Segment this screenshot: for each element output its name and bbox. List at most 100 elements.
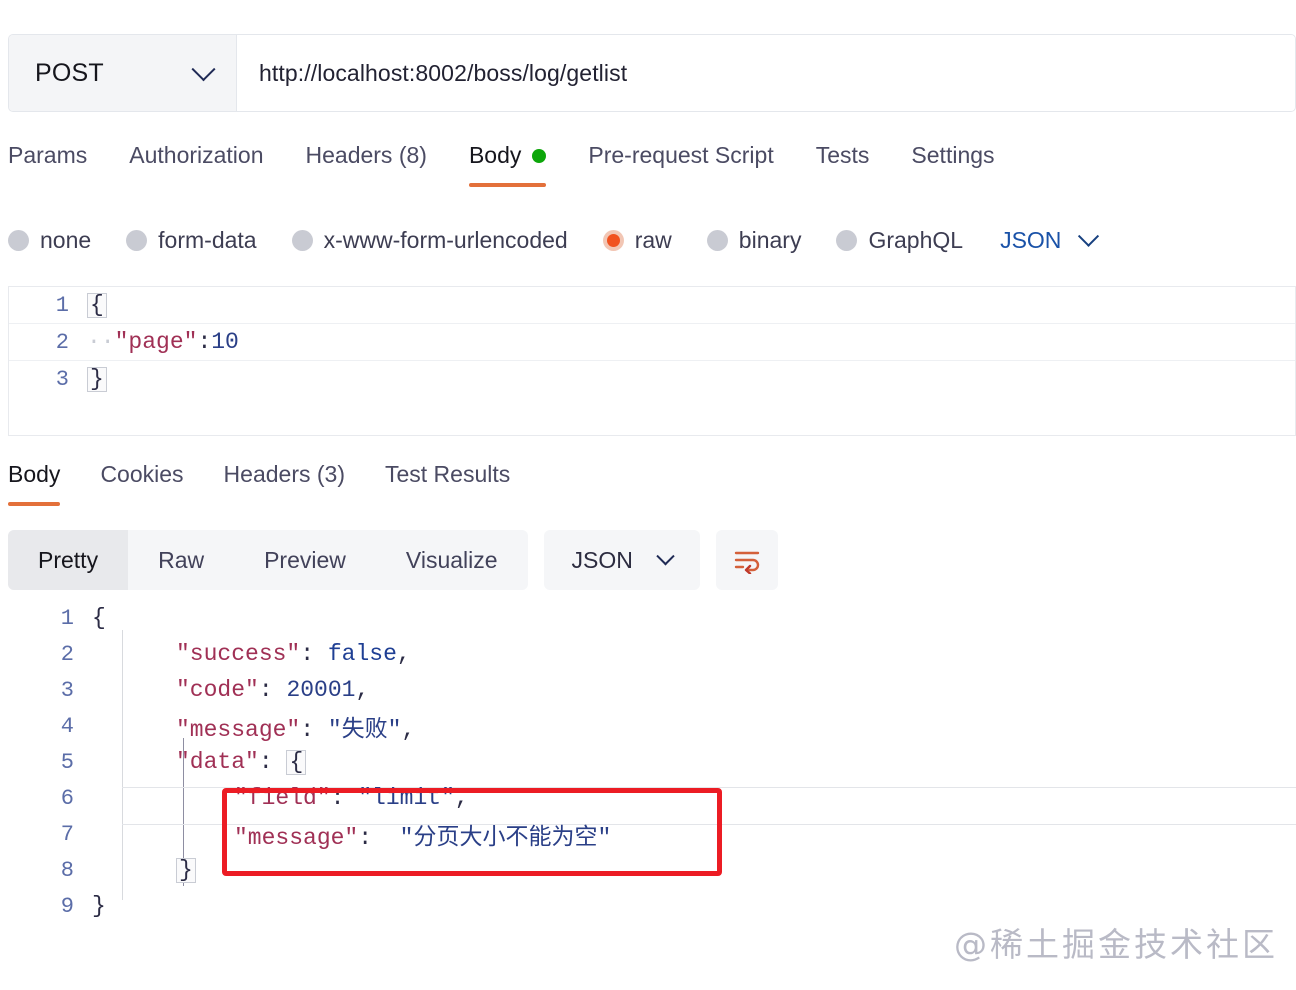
line-number: 1 — [60, 605, 74, 631]
http-method-select[interactable]: POST — [9, 35, 237, 111]
body-type-binary[interactable]: binary — [706, 226, 802, 254]
json-key: "code" — [176, 677, 259, 703]
json-colon: : — [300, 717, 315, 743]
body-type-none-label: none — [40, 226, 92, 253]
view-mode-raw[interactable]: Raw — [128, 530, 234, 590]
body-type-graphql[interactable]: GraphQL — [836, 227, 963, 254]
json-brace: } — [176, 858, 196, 883]
json-colon: : — [258, 749, 273, 775]
request-body-editor[interactable]: 1 { 2 ··"page":10 3 } — [8, 286, 1296, 436]
body-format-select[interactable]: JSON — [1000, 225, 1100, 254]
json-key: "data" — [176, 749, 259, 775]
request-url-text: http://localhost:8002/boss/log/getlist — [259, 59, 628, 86]
json-key: "success" — [176, 641, 301, 667]
body-type-none[interactable]: none — [8, 227, 91, 254]
chevron-down-icon — [656, 546, 675, 565]
view-mode-preview[interactable]: Preview — [234, 530, 376, 590]
tab-authorization[interactable]: Authorization — [129, 136, 263, 187]
body-type-raw-label: raw — [634, 226, 672, 253]
request-tabs: Params Authorization Headers (8) Body Pr… — [8, 136, 1296, 194]
line-number: 4 — [60, 713, 74, 739]
response-code-line: 7 "message": "分页大小不能为空" — [0, 816, 1296, 852]
body-type-row: none form-data x-www-form-urlencoded raw… — [8, 214, 1296, 266]
line-number: 5 — [60, 749, 74, 775]
json-colon: : — [330, 785, 345, 811]
tab-body[interactable]: Body — [468, 136, 547, 187]
line-number: 8 — [60, 857, 74, 883]
body-type-form-data[interactable]: form-data — [126, 226, 257, 254]
response-tab-test-results[interactable]: Test Results — [385, 455, 510, 506]
response-tab-cookies[interactable]: Cookies — [100, 455, 183, 506]
radio-icon — [291, 229, 313, 251]
tab-tests-label: Tests — [815, 142, 870, 168]
json-string-value: "分页大小不能为空" — [399, 825, 612, 851]
json-colon: : — [358, 825, 373, 851]
response-code-line: 5 "data": { — [0, 744, 1296, 780]
wrap-text-button[interactable] — [715, 530, 778, 590]
radio-icon — [126, 229, 148, 251]
json-key: "message" — [176, 717, 301, 743]
json-colon: : — [300, 641, 315, 667]
tab-settings-label: Settings — [911, 142, 995, 168]
body-type-raw[interactable]: raw — [602, 226, 672, 254]
line-number: 1 — [55, 292, 69, 318]
body-type-binary-label: binary — [738, 226, 802, 253]
tab-authorization-label: Authorization — [129, 142, 264, 168]
line-number: 2 — [55, 329, 69, 355]
tab-body-label: Body — [468, 142, 522, 168]
body-type-form-data-label: form-data — [158, 226, 257, 253]
http-method-label: POST — [35, 58, 104, 87]
response-tab-body[interactable]: Body — [8, 455, 61, 506]
response-tab-headers[interactable]: Headers (3) — [224, 455, 345, 506]
response-tab-headers-label: Headers (3) — [223, 461, 345, 487]
response-toolbar: Pretty Raw Preview Visualize JSON — [8, 529, 1296, 591]
body-present-indicator-icon — [532, 148, 547, 163]
line-number: 7 — [60, 821, 74, 847]
body-format-label: JSON — [1000, 226, 1062, 253]
response-tab-test-results-label: Test Results — [384, 461, 511, 487]
request-code-line: 1 { — [9, 287, 1295, 323]
radio-icon — [8, 229, 29, 251]
brace-open: { — [87, 293, 107, 318]
json-key: "page" — [114, 329, 198, 355]
tab-pre-request-script[interactable]: Pre-request Script — [588, 136, 773, 187]
request-url-bar: POST http://localhost:8002/boss/log/getl… — [8, 34, 1296, 112]
line-number: 3 — [55, 366, 69, 392]
view-mode-visualize-label: Visualize — [405, 546, 498, 573]
json-boolean-value: false — [327, 641, 397, 667]
json-comma: , — [401, 717, 416, 743]
tab-params[interactable]: Params — [8, 136, 87, 187]
response-view-mode-group: Pretty Raw Preview Visualize — [8, 530, 528, 590]
chevron-down-icon — [191, 56, 216, 81]
json-number-value: 20001 — [286, 677, 356, 703]
wrap-text-icon — [734, 551, 760, 574]
json-colon: : — [258, 677, 273, 703]
radio-icon — [706, 229, 728, 251]
view-mode-raw-label: Raw — [158, 546, 205, 573]
chevron-down-icon — [1078, 225, 1100, 247]
response-tab-cookies-label: Cookies — [100, 461, 184, 487]
tab-headers-label: Headers (8) — [305, 142, 427, 168]
view-mode-visualize[interactable]: Visualize — [376, 530, 528, 590]
line-number: 2 — [60, 641, 74, 667]
request-url-input[interactable]: http://localhost:8002/boss/log/getlist — [237, 35, 1295, 111]
request-code-line: 2 ··"page":10 — [9, 323, 1295, 361]
json-comma: , — [396, 641, 411, 667]
json-key: "field" — [234, 785, 331, 811]
tab-tests[interactable]: Tests — [816, 136, 870, 187]
json-string-value: "limit" — [358, 785, 455, 811]
tab-params-label: Params — [8, 142, 88, 168]
json-brace: { — [286, 750, 307, 775]
json-colon: : — [197, 329, 212, 355]
json-brace: { — [92, 605, 106, 631]
response-code-line: 3 "code": 20001, — [0, 672, 1296, 708]
body-type-urlencoded[interactable]: x-www-form-urlencoded — [291, 227, 568, 254]
tab-settings[interactable]: Settings — [911, 136, 994, 187]
view-mode-pretty[interactable]: Pretty — [8, 530, 129, 590]
json-key: "message" — [234, 825, 359, 851]
tab-headers[interactable]: Headers (8) — [306, 136, 427, 187]
response-format-select[interactable]: JSON — [543, 530, 700, 590]
body-type-graphql-label: GraphQL — [868, 226, 964, 253]
brace-close: } — [87, 367, 107, 392]
json-string-value: "失败" — [327, 717, 402, 743]
